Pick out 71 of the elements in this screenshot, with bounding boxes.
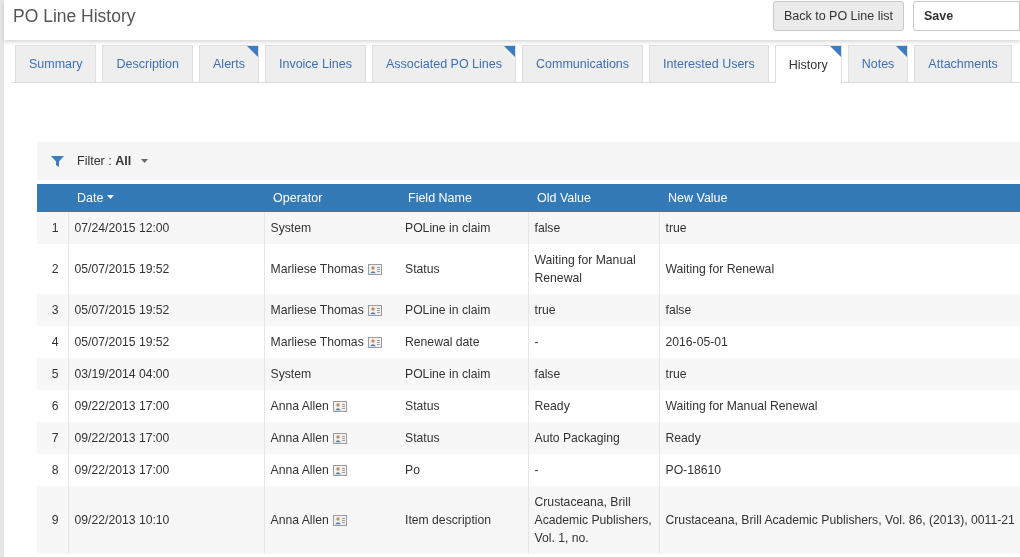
new-value-text: Crustaceana, Brill Academic Publishers, Vol. 86, (2013), 0011-21 xyxy=(659,486,1020,554)
row-number: 5 xyxy=(37,358,68,390)
date-text: 05/07/2015 19:52 xyxy=(68,294,264,326)
row-number: 2 xyxy=(37,244,68,294)
column-header[interactable]: New Value xyxy=(659,184,1020,212)
field-name-text: Item description xyxy=(399,486,528,554)
row-number-header xyxy=(37,184,68,212)
row-number: 1 xyxy=(37,212,68,244)
row-number: 7 xyxy=(37,422,68,454)
tab[interactable]: Associated PO Lines xyxy=(371,45,516,82)
row-number: 4 xyxy=(37,326,68,358)
caret-icon xyxy=(141,159,149,163)
row-number: 8 xyxy=(37,454,68,486)
tab[interactable]: Interested Users xyxy=(649,45,769,82)
tab[interactable]: Alerts xyxy=(199,45,259,82)
tab[interactable]: Notes xyxy=(847,45,909,82)
date-text: 09/22/2013 10:10 xyxy=(68,486,264,554)
field-name-text: POLine in claim xyxy=(399,294,528,326)
field-name-text: Status xyxy=(399,390,528,422)
filter-icon xyxy=(51,155,64,167)
new-value-text: true xyxy=(659,358,1020,390)
filter-dropdown[interactable]: Filter : All xyxy=(77,151,149,171)
new-value-text: Ready xyxy=(659,422,1020,454)
contact-card-icon[interactable] xyxy=(367,304,382,316)
new-value-text: false xyxy=(659,294,1020,326)
contact-card-icon[interactable] xyxy=(332,514,347,526)
contact-card-icon[interactable] xyxy=(332,432,347,444)
old-value-text: Crustaceana, Brill Academic Publishers, Vol. 1, no. xyxy=(528,486,659,554)
field-name-text: POLine in claim xyxy=(399,358,528,390)
row-number: 3 xyxy=(37,294,68,326)
column-header[interactable]: Operator xyxy=(264,184,399,212)
operator-name: Anna Allen xyxy=(270,462,329,479)
contact-card-icon[interactable] xyxy=(367,336,382,348)
field-name-text: POLine in claim xyxy=(399,212,528,244)
tab[interactable]: History xyxy=(774,45,842,83)
old-value-text: true xyxy=(528,294,659,326)
old-value-text: Auto Packaging xyxy=(528,422,659,454)
contact-card-icon[interactable] xyxy=(367,263,382,275)
old-value-text: false xyxy=(528,358,659,390)
operator-name: System xyxy=(270,220,312,237)
tab[interactable]: Summary xyxy=(15,45,97,82)
old-value-text: false xyxy=(528,212,659,244)
field-name-text: Po xyxy=(399,454,528,486)
date-text: 07/24/2015 12:00 xyxy=(68,212,264,244)
back-button[interactable]: Back to PO Line list xyxy=(772,1,904,31)
new-value-text: true xyxy=(659,212,1020,244)
operator-name: Anna Allen xyxy=(270,430,329,447)
operator-name: Anna Allen xyxy=(270,512,329,529)
field-name-text: Status xyxy=(399,244,528,294)
row-number: 6 xyxy=(37,390,68,422)
contact-card-icon[interactable] xyxy=(332,464,347,476)
operator-name: Marliese Thomas xyxy=(270,302,364,319)
row-number: 9 xyxy=(37,486,68,554)
operator-name: Marliese Thomas xyxy=(270,261,364,278)
column-header[interactable]: Field Name xyxy=(399,184,528,212)
field-name-text: Renewal date xyxy=(399,326,528,358)
save-button[interactable]: Save xyxy=(913,1,1020,31)
tab[interactable]: Communications xyxy=(522,45,644,82)
field-name-text: Status xyxy=(399,422,528,454)
operator-name: Anna Allen xyxy=(270,398,329,415)
column-header[interactable]: Date xyxy=(68,184,264,212)
operator-name: Marliese Thomas xyxy=(270,334,364,351)
column-header[interactable]: Old Value xyxy=(528,184,659,212)
date-text: 09/22/2013 17:00 xyxy=(68,422,264,454)
page-title: PO Line History xyxy=(13,5,136,28)
tab[interactable]: Invoice Lines xyxy=(264,45,366,82)
tab[interactable]: Attachments xyxy=(914,45,1012,82)
operator-name: System xyxy=(270,366,312,383)
date-text: 03/19/2014 04:00 xyxy=(68,358,264,390)
tab[interactable]: Description xyxy=(102,45,193,82)
contact-card-icon[interactable] xyxy=(332,400,347,412)
